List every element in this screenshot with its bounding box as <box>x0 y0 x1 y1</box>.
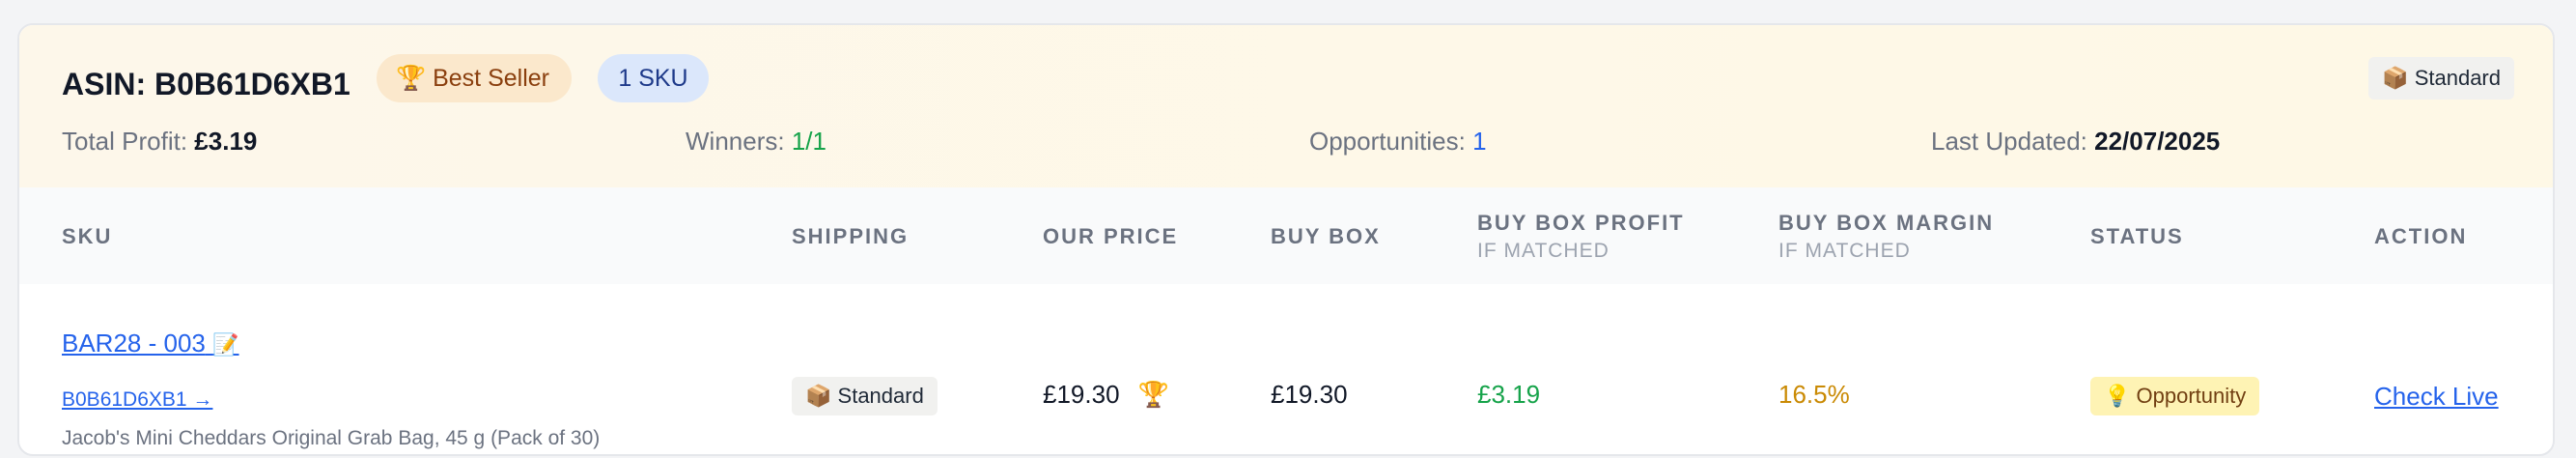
opportunities-stat: Opportunities: 1 <box>1309 122 1487 160</box>
asin-card: ASIN: B0B61D6XB1 🏆 Best Seller 1 SKU 📦 S… <box>17 23 2555 456</box>
winners-stat: Winners: 1/1 <box>686 122 826 160</box>
best-seller-label: Best Seller <box>433 65 549 92</box>
package-icon: 📦 <box>2382 66 2409 90</box>
best-seller-badge: 🏆 Best Seller <box>377 54 572 102</box>
sku-count-badge: 1 SKU <box>598 54 709 102</box>
buy-box-profit-heading: BUY BOX PROFIT <box>1477 211 1685 235</box>
package-icon: 📦 <box>805 384 832 408</box>
trophy-icon: 🏆 <box>1137 380 1170 409</box>
shipping-type-label: Standard <box>2414 66 2501 90</box>
total-profit-stat: Total Profit: £3.19 <box>62 122 257 160</box>
our-price-value: £19.30 <box>1043 380 1120 409</box>
column-header-buy-box-margin: BUY BOX MARGIN IF MATCHED <box>1778 211 1994 263</box>
buy-box-margin-subheading: IF MATCHED <box>1778 240 1911 262</box>
check-live-link[interactable]: Check Live <box>2374 377 2499 415</box>
sku-value: BAR28 - 003 <box>62 329 206 358</box>
shipping-type-badge: 📦 Standard <box>2368 57 2514 100</box>
column-header-shipping: SHIPPING <box>792 224 910 248</box>
status-value: Opportunity <box>2136 384 2247 408</box>
asin-link[interactable]: B0B61D6XB1 → <box>62 388 212 412</box>
our-price-cell: £19.30 🏆 <box>1043 377 1169 412</box>
status-badge: 💡 Opportunity <box>2090 377 2260 415</box>
memo-icon: 📝 <box>212 332 239 357</box>
buy-box-profit-subheading: IF MATCHED <box>1477 240 1610 262</box>
trophy-icon: 🏆 <box>396 65 427 92</box>
column-header-buy-box: BUY BOX <box>1271 224 1381 248</box>
asin-title: ASIN: B0B61D6XB1 <box>62 67 350 101</box>
last-updated-label: Last Updated: <box>1931 127 2087 156</box>
winners-value: 1/1 <box>791 127 826 156</box>
lightbulb-icon: 💡 <box>2104 384 2131 408</box>
opportunities-value: 1 <box>1472 127 1487 156</box>
buy-box-margin-heading: BUY BOX MARGIN <box>1778 211 1995 235</box>
total-profit-label: Total Profit: <box>62 127 188 156</box>
last-updated-value: 22/07/2025 <box>2094 127 2221 156</box>
shipping-value: Standard <box>837 384 924 408</box>
total-profit-value: £3.19 <box>194 127 258 156</box>
shipping-badge: 📦 Standard <box>792 377 938 415</box>
product-description: Jacob's Mini Cheddars Original Grab Bag,… <box>62 427 601 449</box>
asin-header: ASIN: B0B61D6XB1 🏆 Best Seller 1 SKU 📦 S… <box>19 25 2553 189</box>
buy-box-profit-value: £3.19 <box>1477 380 1541 409</box>
column-header-status: STATUS <box>2090 224 2184 248</box>
table-header: SKU SHIPPING OUR PRICE BUY BOX BUY BOX P… <box>19 187 2553 284</box>
sku-link[interactable]: BAR28 - 003 📝 <box>62 329 239 358</box>
buy-box-value: £19.30 <box>1271 380 1348 409</box>
table-row: BAR28 - 003 📝 B0B61D6XB1 → Jacob's Mini … <box>19 284 2553 454</box>
column-header-sku: SKU <box>62 224 113 248</box>
last-updated-stat: Last Updated: 22/07/2025 <box>1931 122 2220 160</box>
winners-label: Winners: <box>686 127 785 156</box>
column-header-our-price: OUR PRICE <box>1043 224 1179 248</box>
opportunities-label: Opportunities: <box>1309 127 1466 156</box>
column-header-action: ACTION <box>2374 224 2468 248</box>
column-header-buy-box-profit: BUY BOX PROFIT IF MATCHED <box>1477 211 1685 263</box>
buy-box-margin-value: 16.5% <box>1778 380 1850 409</box>
